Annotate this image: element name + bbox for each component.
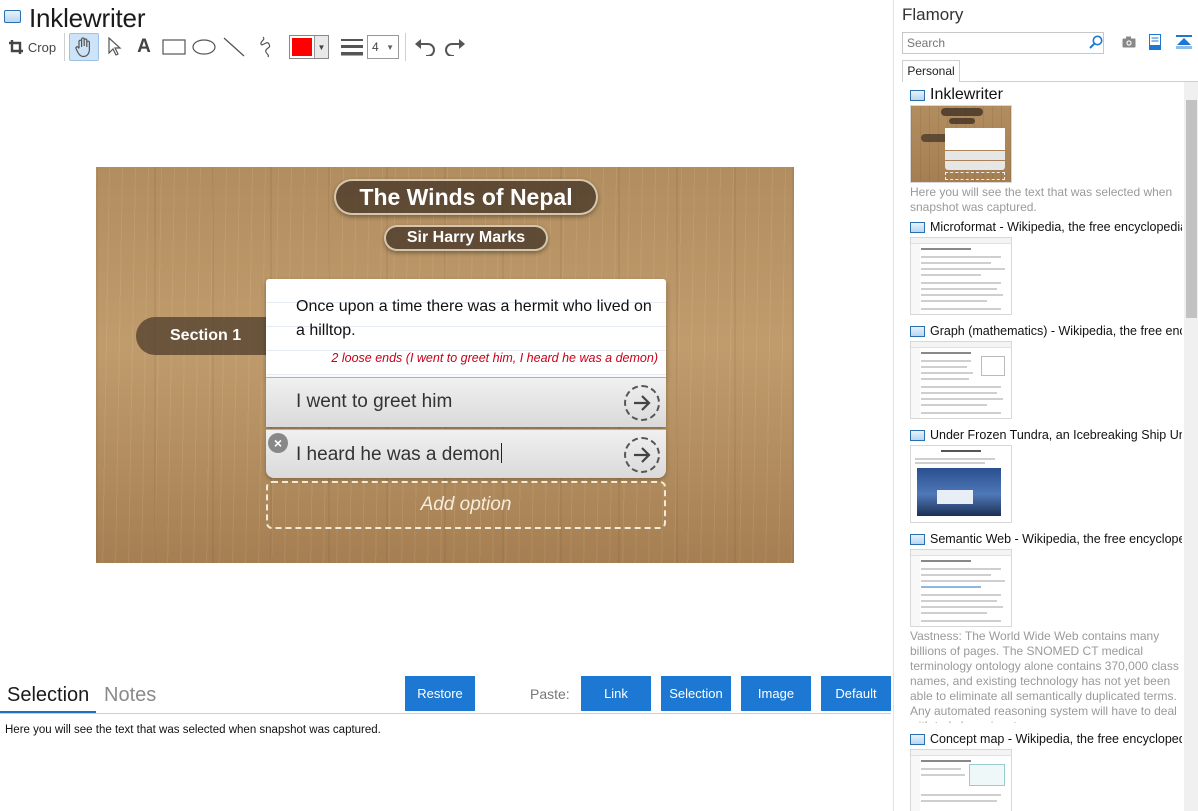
loose-ends-note: 2 loose ends (I went to greet him, I hea… bbox=[331, 351, 658, 365]
collapse-icon[interactable] bbox=[1176, 35, 1192, 49]
freehand-tool-icon[interactable] bbox=[249, 33, 279, 61]
item-description: Vastness: The World Wide Web contains ma… bbox=[910, 629, 1179, 723]
rectangle-tool-icon[interactable] bbox=[159, 33, 189, 61]
item-title: Semantic Web - Wikipedia, the free encyc… bbox=[930, 532, 1182, 546]
snapshot-list: Inklewriter Here you will see the text t… bbox=[910, 86, 1182, 811]
option-label: I went to greet him bbox=[296, 391, 453, 412]
camera-icon[interactable] bbox=[1122, 36, 1136, 48]
option-text: I heard he was a demon bbox=[296, 444, 500, 465]
paste-link-button[interactable]: Link bbox=[581, 676, 651, 711]
line-tool-icon[interactable] bbox=[219, 33, 249, 61]
list-item[interactable]: Under Frozen Tundra, an Icebreaking Ship… bbox=[910, 426, 1182, 530]
chevron-down-icon: ▼ bbox=[314, 36, 328, 58]
list-item[interactable]: Concept map - Wikipedia, the free encycl… bbox=[910, 730, 1182, 811]
ellipse-tool-icon[interactable] bbox=[189, 33, 219, 61]
list-item[interactable]: Inklewriter Here you will see the text t… bbox=[910, 86, 1182, 218]
hand-tool-icon[interactable] bbox=[69, 33, 99, 61]
item-thumbnail bbox=[910, 341, 1012, 419]
sidebar-title: Flamory bbox=[902, 5, 964, 24]
page-icon bbox=[910, 733, 925, 745]
add-option-button[interactable]: Add option bbox=[266, 481, 666, 529]
list-item[interactable]: Microformat - Wikipedia, the free encycl… bbox=[910, 218, 1182, 322]
list-item[interactable]: Semantic Web - Wikipedia, the free encyc… bbox=[910, 530, 1182, 730]
item-title: Inklewriter bbox=[930, 86, 1003, 103]
search-input[interactable] bbox=[902, 32, 1104, 54]
paragraph-text: Once upon a time there was a hermit who … bbox=[296, 298, 652, 339]
line-width-value: 4 bbox=[372, 40, 379, 54]
paste-image-button[interactable]: Image bbox=[741, 676, 811, 711]
sidebar: Flamory Personal Inklewriter Here you wi… bbox=[893, 0, 1198, 811]
text-caret bbox=[500, 443, 502, 463]
item-thumbnail bbox=[910, 105, 1012, 183]
line-width-select[interactable]: 4 ▼ bbox=[367, 35, 399, 59]
page-title: Inklewriter bbox=[29, 2, 146, 33]
item-description: Here you will see the text that was sele… bbox=[910, 185, 1173, 214]
crop-button[interactable]: Crop bbox=[4, 33, 60, 61]
title-bar: Inklewriter bbox=[4, 2, 145, 34]
divider bbox=[0, 713, 891, 714]
restore-button[interactable]: Restore bbox=[405, 676, 475, 711]
selection-text[interactable]: Here you will see the text that was sele… bbox=[5, 724, 381, 736]
snapshot-image[interactable]: The Winds of Nepal Sir Harry Marks Secti… bbox=[96, 167, 794, 563]
redo-icon[interactable] bbox=[440, 33, 470, 61]
page-icon bbox=[910, 429, 925, 441]
color-swatch bbox=[290, 36, 314, 58]
snapshot-pane: Inklewriter Crop A ▼ 4 ▼ The Winds of Ne… bbox=[0, 0, 893, 811]
crop-label: Crop bbox=[27, 39, 57, 55]
toolbar-separator bbox=[64, 33, 65, 61]
paste-label: Paste: bbox=[530, 686, 570, 702]
option-label: I heard he was a demon bbox=[296, 443, 502, 466]
story-author: Sir Harry Marks bbox=[384, 225, 548, 251]
color-picker[interactable]: ▼ bbox=[285, 33, 329, 61]
option-row[interactable]: × I heard he was a demon bbox=[266, 429, 666, 478]
undo-icon[interactable] bbox=[410, 33, 440, 61]
item-thumbnail bbox=[910, 749, 1012, 811]
delete-option-icon[interactable]: × bbox=[268, 433, 288, 453]
tab-personal[interactable]: Personal bbox=[902, 60, 960, 82]
paste-default-button[interactable]: Default bbox=[821, 676, 891, 711]
crop-icon bbox=[8, 40, 23, 54]
story-title: The Winds of Nepal bbox=[334, 179, 598, 215]
item-thumbnail bbox=[910, 237, 1012, 315]
paste-selection-button[interactable]: Selection bbox=[661, 676, 731, 711]
text-tool-icon[interactable]: A bbox=[129, 33, 159, 61]
text-tool-glyph: A bbox=[137, 36, 151, 57]
toolbar-separator bbox=[405, 33, 406, 61]
item-title: Graph (mathematics) - Wikipedia, the fre… bbox=[930, 324, 1182, 338]
arrow-right-icon[interactable] bbox=[624, 385, 660, 421]
option-row[interactable]: I went to greet him bbox=[266, 377, 666, 427]
divider bbox=[959, 81, 1198, 82]
line-width-icon bbox=[341, 33, 363, 61]
tab-selection[interactable]: Selection bbox=[7, 684, 89, 707]
app-icon bbox=[4, 9, 21, 23]
page-icon bbox=[910, 533, 925, 545]
document-icon[interactable] bbox=[1149, 34, 1161, 50]
pointer-tool-icon[interactable] bbox=[99, 33, 129, 61]
list-item[interactable]: Graph (mathematics) - Wikipedia, the fre… bbox=[910, 322, 1182, 426]
item-title: Under Frozen Tundra, an Icebreaking Ship… bbox=[930, 428, 1182, 442]
item-thumbnail bbox=[910, 445, 1012, 523]
item-title: Concept map - Wikipedia, the free encycl… bbox=[930, 732, 1182, 746]
annotation-toolbar: Crop A ▼ 4 ▼ bbox=[4, 32, 470, 62]
chevron-down-icon: ▼ bbox=[386, 42, 394, 52]
scrollbar-thumb[interactable] bbox=[1186, 100, 1197, 318]
tab-notes[interactable]: Notes bbox=[104, 684, 156, 707]
search-icon[interactable] bbox=[1089, 35, 1103, 49]
page-icon bbox=[910, 325, 925, 337]
page-icon bbox=[910, 89, 925, 101]
item-thumbnail bbox=[910, 549, 1012, 627]
paragraph-card: Once upon a time there was a hermit who … bbox=[266, 279, 666, 377]
item-title: Microformat - Wikipedia, the free encycl… bbox=[930, 220, 1182, 234]
page-icon bbox=[910, 221, 925, 233]
arrow-right-icon[interactable] bbox=[624, 437, 660, 473]
